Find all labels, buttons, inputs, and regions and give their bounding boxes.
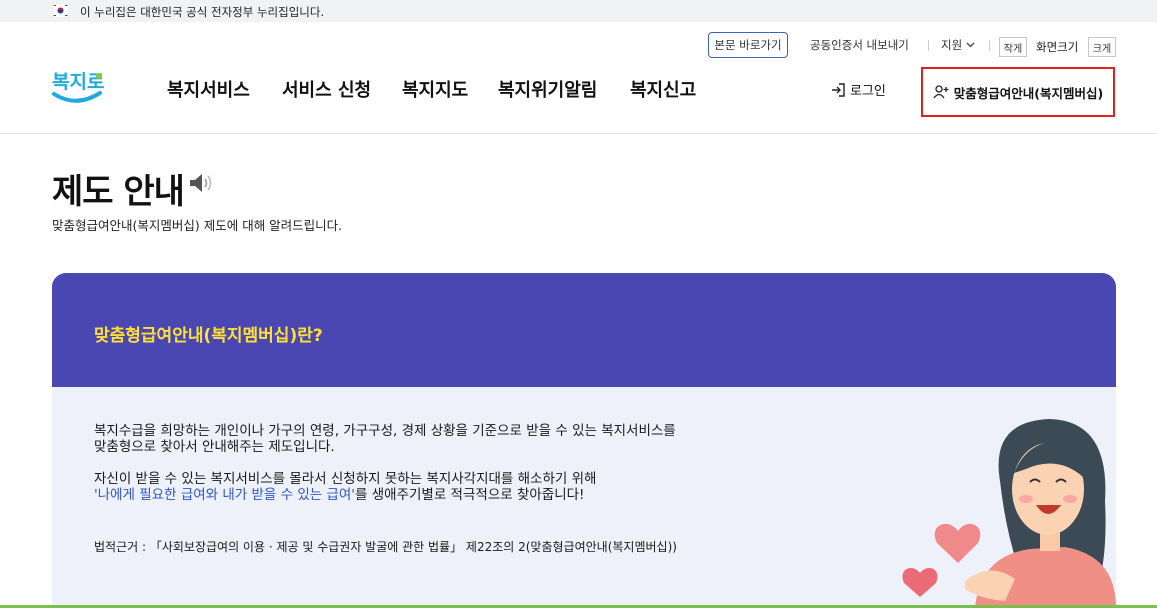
- intro-card: 맞춤형급여안내(복지멤버십)란? 복지수급을 희망하는 개인이나 가구의 연령,…: [52, 273, 1116, 608]
- divider: [989, 40, 990, 51]
- header-divider: [0, 133, 1157, 134]
- bokjiro-logo[interactable]: 복지로: [50, 62, 106, 110]
- paragraph-line: 맞춤형으로 찾아서 안내해주는 제도입니다.: [94, 439, 335, 455]
- font-size-large-button[interactable]: 크게: [1088, 37, 1116, 57]
- nav-crisis-alert[interactable]: 복지위기알림: [498, 76, 597, 102]
- cert-export-link[interactable]: 공동인증서 내보내기: [810, 32, 909, 58]
- paragraph-line: 자신이 받을 수 있는 복지서비스를 몰라서 신청하지 못하는 복지사각지대를 …: [94, 471, 597, 487]
- korea-flag-icon: [52, 3, 69, 18]
- gov-banner-text[interactable]: 이 누리집은 대한민국 공식 전자정부 누리집입니다.: [80, 4, 324, 20]
- login-button[interactable]: 로그인: [831, 80, 886, 99]
- nav-service-apply[interactable]: 서비스 신청: [282, 76, 371, 102]
- intro-card-title: 맞춤형급여안내(복지멤버십)란?: [94, 326, 323, 346]
- woman-with-hearts-illustration: [902, 419, 1116, 608]
- nav-welfare-report[interactable]: 복지신고: [630, 76, 696, 102]
- support-label: 지원: [941, 38, 963, 52]
- intro-card-header: 맞춤형급여안내(복지멤버십)란?: [52, 273, 1116, 387]
- membership-button[interactable]: 맞춤형급여안내(복지멤버십): [921, 67, 1115, 117]
- page-title: 제도 안내: [52, 172, 185, 212]
- paragraph-line: 복지수급을 희망하는 개인이나 가구의 연령, 가구구성, 경제 상황을 기준으…: [94, 423, 676, 439]
- login-icon: [832, 82, 845, 97]
- intro-paragraph-1: 복지수급을 희망하는 개인이나 가구의 연령, 가구구성, 경제 상황을 기준으…: [94, 423, 676, 455]
- speaker-icon[interactable]: [188, 172, 214, 194]
- chevron-down-icon: [966, 42, 975, 48]
- nav-welfare-map[interactable]: 복지지도: [402, 76, 468, 102]
- nav-welfare-services[interactable]: 복지서비스: [167, 76, 250, 102]
- user-add-icon: [933, 85, 949, 99]
- font-size-label: 화면크기: [1036, 40, 1079, 54]
- paragraph-text: 를 생애주기별로 적극적으로 찾아줍니다!: [355, 487, 585, 503]
- paragraph-line: '나에게 필요한 급여와 내가 받을 수 있는 급여'를 생애주기별로 적극적으…: [94, 487, 596, 503]
- legal-basis-text: 법적근거 : 「사회보장급여의 이용 · 제공 및 수급권자 발굴에 관한 법률…: [94, 540, 677, 554]
- intro-paragraph-2: 자신이 받을 수 있는 복지서비스를 몰라서 신청하지 못하는 복지사각지대를 …: [94, 471, 596, 503]
- membership-label: 맞춤형급여안내(복지멤버십): [953, 85, 1104, 101]
- font-size-small-button[interactable]: 작게: [999, 37, 1027, 57]
- gov-banner: 이 누리집은 대한민국 공식 전자정부 누리집입니다.: [0, 0, 1157, 22]
- skip-to-content-button[interactable]: 본문 바로가기: [708, 32, 788, 58]
- divider: [928, 40, 929, 51]
- page-description: 맞춤형급여안내(복지멤버십) 제도에 대해 알려드립니다.: [52, 218, 343, 233]
- support-dropdown[interactable]: 지원: [941, 32, 975, 58]
- login-label: 로그인: [850, 84, 886, 99]
- highlight-text: '나에게 필요한 급여와 내가 받을 수 있는 급여': [94, 487, 356, 503]
